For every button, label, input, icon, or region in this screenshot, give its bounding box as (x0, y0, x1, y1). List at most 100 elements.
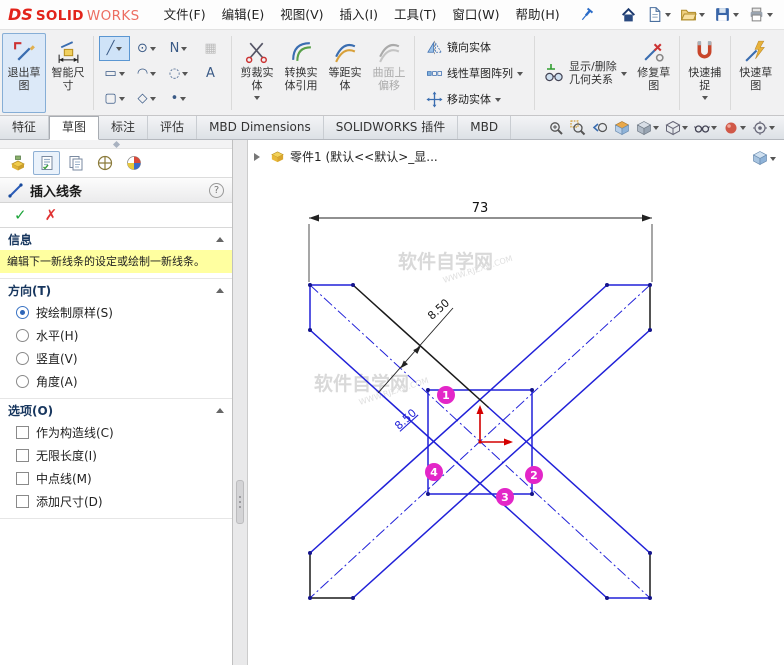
offset-entities-button[interactable]: 等距实 体 (323, 33, 367, 113)
open-button[interactable] (677, 4, 708, 25)
panel-horizontal-splitter[interactable] (0, 140, 232, 149)
checkbox-add-dimensions-box[interactable] (16, 495, 29, 508)
tab-mbd[interactable]: MBD (458, 116, 511, 139)
polygon-tool[interactable]: ◇ (131, 86, 162, 111)
view-settings-dropdown[interactable] (769, 126, 775, 133)
checkbox-infinite-length-box[interactable] (16, 449, 29, 462)
display-style-button[interactable] (664, 119, 689, 137)
new-document-dropdown[interactable] (665, 13, 671, 20)
orientation-section-header[interactable]: 方向(T) (0, 279, 232, 301)
display-relations-dropdown[interactable] (621, 72, 627, 79)
radio-vertical[interactable]: 竖直(V) (0, 347, 232, 370)
tab-evaluate[interactable]: 评估 (148, 116, 197, 139)
checkbox-midpoint-line-box[interactable] (16, 472, 29, 485)
point-tool-dropdown[interactable] (180, 97, 186, 104)
radio-angle[interactable]: 角度(A) (0, 370, 232, 393)
menu-file[interactable]: 文件(F) (156, 1, 214, 29)
view-orientation-dropdown[interactable] (653, 126, 659, 133)
circle-tool-dropdown[interactable] (150, 47, 156, 54)
checkbox-add-dimensions[interactable]: 添加尺寸(D) (0, 490, 232, 513)
open-dropdown[interactable] (699, 13, 705, 20)
rapid-sketch-button[interactable]: 快速草 图 (734, 33, 778, 113)
help-button[interactable]: ? (209, 183, 224, 198)
save-button[interactable] (711, 4, 742, 25)
tab-solidworks-addins[interactable]: SOLIDWORKS 插件 (324, 116, 458, 139)
display-style-dropdown[interactable] (682, 126, 688, 133)
view-settings-button[interactable] (751, 119, 776, 137)
flyout-expander-icon[interactable] (254, 153, 264, 161)
trim-entities-dropdown[interactable] (254, 96, 260, 103)
quick-snaps-button[interactable]: 快速捕 捉 (683, 33, 727, 113)
radio-as-sketched[interactable]: 按绘制原样(S) (0, 301, 232, 324)
edit-appearance-dropdown[interactable] (740, 126, 746, 133)
convert-entities-button[interactable]: 转换实 体引用 (279, 33, 323, 113)
graphics-viewport[interactable]: 零件1 (默认<<默认>_显... 软件自学网 WWW.RJZXW.COM 软件… (248, 140, 784, 665)
panel-vertical-splitter[interactable] (233, 140, 248, 665)
home-button[interactable] (617, 4, 640, 25)
menu-help[interactable]: 帮助(H) (508, 1, 568, 29)
move-entities-dropdown[interactable] (495, 98, 501, 105)
ellipse-tool-dropdown[interactable] (182, 72, 188, 79)
arc-tool[interactable]: ◠ (131, 61, 162, 86)
mirror-entities-button[interactable]: 镜向实体 (422, 37, 527, 58)
hide-show-items-dropdown[interactable] (711, 126, 717, 133)
tab-configuration-manager[interactable] (62, 151, 89, 175)
radio-vertical-indicator[interactable] (16, 352, 29, 365)
spline-tool-dropdown[interactable] (181, 47, 187, 54)
menu-tools[interactable]: 工具(T) (386, 1, 444, 29)
previous-view-button[interactable] (591, 119, 609, 137)
menu-edit[interactable]: 编辑(E) (214, 1, 273, 29)
tab-dimxpert-manager[interactable] (91, 151, 118, 175)
line-tool-dropdown[interactable] (116, 47, 122, 54)
linear-pattern-dropdown[interactable] (517, 72, 523, 79)
ellipse-tool[interactable]: ◌ (163, 61, 194, 86)
ok-button[interactable]: ✓ (14, 206, 27, 224)
trim-entities-button[interactable]: 剪裁实 体 (235, 33, 279, 113)
menu-pin-button[interactable] (578, 7, 594, 23)
tab-sketch[interactable]: 草图 (49, 116, 99, 140)
new-document-button[interactable] (643, 4, 674, 25)
radio-horizontal[interactable]: 水平(H) (0, 324, 232, 347)
quick-snaps-dropdown[interactable] (702, 96, 708, 103)
spline-tool[interactable]: N (163, 36, 194, 61)
linear-pattern-button[interactable]: 线性草图阵列 (422, 63, 527, 84)
menu-insert[interactable]: 插入(I) (332, 1, 386, 29)
line-tool[interactable]: ╱ (99, 36, 130, 61)
exit-sketch-button[interactable]: 退出草 图 (2, 33, 46, 113)
arc-tool-dropdown[interactable] (150, 72, 156, 79)
cancel-button[interactable]: ✗ (45, 206, 58, 224)
checkbox-for-construction[interactable]: 作为构造线(C) (0, 421, 232, 444)
checkbox-infinite-length[interactable]: 无限长度(I) (0, 444, 232, 467)
tab-annotation[interactable]: 标注 (99, 116, 148, 139)
editing-dimension[interactable]: 8.50 (392, 406, 419, 432)
options-section-header[interactable]: 选项(O) (0, 399, 232, 421)
menu-view[interactable]: 视图(V) (272, 1, 331, 29)
edit-appearance-button[interactable] (722, 119, 747, 137)
slot-tool[interactable]: ▢ (99, 86, 130, 111)
checkbox-for-construction-box[interactable] (16, 426, 29, 439)
print-button[interactable] (745, 4, 776, 25)
splitter-grabber[interactable] (236, 480, 244, 524)
slot-tool-dropdown[interactable] (119, 97, 125, 104)
zoom-area-button[interactable] (569, 119, 587, 137)
zoom-fit-button[interactable] (547, 119, 565, 137)
part-breadcrumb[interactable]: 零件1 (默认<<默认>_显... (290, 148, 438, 165)
save-dropdown[interactable] (733, 13, 739, 20)
polygon-tool-dropdown[interactable] (150, 97, 156, 104)
rectangle-tool-dropdown[interactable] (119, 72, 125, 79)
radio-angle-indicator[interactable] (16, 375, 29, 388)
smart-dimension-button[interactable]: 智能尺 寸 (46, 33, 90, 113)
tab-feature-manager[interactable] (4, 151, 31, 175)
text-tool[interactable]: A (195, 61, 226, 86)
tab-mbd-dimensions[interactable]: MBD Dimensions (197, 116, 324, 139)
tab-property-manager[interactable] (33, 151, 60, 175)
radio-horizontal-indicator[interactable] (16, 329, 29, 342)
graphics-area[interactable]: 软件自学网 WWW.RJZXW.COM 软件自学网 WWW.RJZXW.COM … (248, 140, 784, 665)
move-entities-button[interactable]: 移动实体 (422, 89, 527, 110)
hide-show-items-button[interactable] (693, 119, 718, 137)
tab-features[interactable]: 特征 (0, 116, 49, 139)
display-relations-button[interactable]: 显示/删除 几何关系 (538, 33, 632, 113)
menu-window[interactable]: 窗口(W) (444, 1, 507, 29)
radio-as-sketched-indicator[interactable] (16, 306, 29, 319)
viewport-corner-dropdown[interactable] (770, 157, 776, 164)
